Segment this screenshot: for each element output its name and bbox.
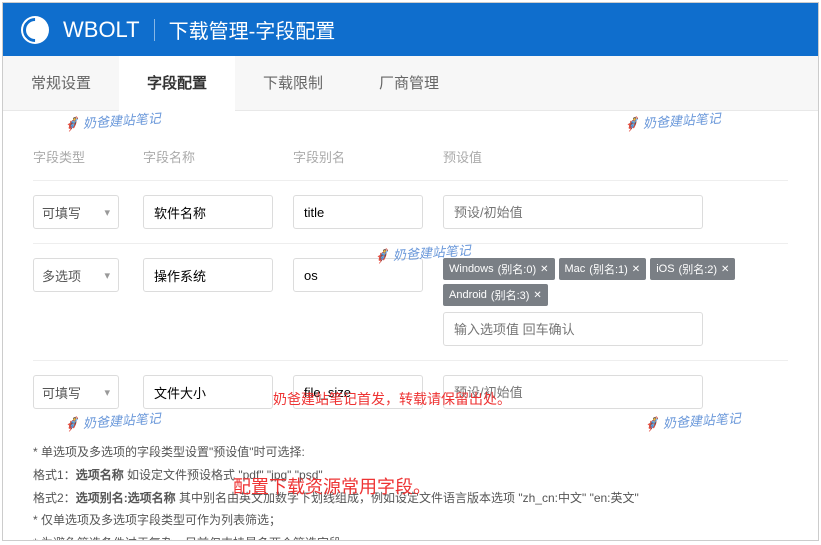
tab-limits[interactable]: 下载限制 — [235, 56, 351, 110]
alias-input[interactable] — [293, 195, 423, 229]
name-input[interactable] — [143, 258, 273, 292]
col-name: 字段名称 — [143, 147, 293, 166]
note-line: * 单选项及多选项的字段类型设置"预设值"时可选择: — [33, 441, 788, 464]
logo-icon — [21, 16, 49, 44]
tab-bar: 常规设置 字段配置 下载限制 厂商管理 — [3, 56, 818, 111]
preset-input[interactable] — [443, 195, 703, 229]
content-area: 字段类型 字段名称 字段别名 预设值 可填写 多选项 Windows(别名:0)… — [3, 111, 818, 433]
tab-vendor[interactable]: 厂商管理 — [351, 56, 467, 110]
col-type: 字段类型 — [33, 147, 143, 166]
option-tag[interactable]: Android(别名:3)✕ — [443, 284, 548, 306]
option-tag[interactable]: Mac(别名:1)✕ — [559, 258, 647, 280]
type-select[interactable]: 可填写 — [33, 195, 119, 229]
annotation-text: 配置下载资源常用字段。 — [233, 473, 431, 499]
annotation-text: 奶爸建站笔记首发，转载请保留出处。 — [273, 389, 511, 409]
page-title: 下载管理-字段配置 — [169, 15, 336, 44]
option-tag[interactable]: iOS(别名:2)✕ — [650, 258, 735, 280]
note-line: * 仅单选项及多选项字段类型可作为列表筛选； — [33, 509, 788, 532]
preset-input[interactable] — [443, 312, 703, 346]
col-preset: 预设值 — [443, 147, 788, 166]
tab-general[interactable]: 常规设置 — [3, 56, 119, 110]
name-input[interactable] — [143, 195, 273, 229]
tab-fields[interactable]: 字段配置 — [119, 56, 235, 111]
close-icon[interactable]: ✕ — [533, 290, 541, 301]
close-icon[interactable]: ✕ — [721, 264, 729, 275]
note-line: * 为避免筛选条件过于复杂，目前仅支持最多两个筛选字段。 — [33, 532, 788, 541]
type-select[interactable]: 可填写 — [33, 375, 119, 409]
type-select[interactable]: 多选项 — [33, 258, 119, 292]
name-input[interactable] — [143, 375, 273, 409]
tag-list: Windows(别名:0)✕ Mac(别名:1)✕ iOS(别名:2)✕ And… — [443, 258, 788, 306]
close-icon[interactable]: ✕ — [632, 264, 640, 275]
table-row: 可填写 — [33, 180, 788, 243]
close-icon[interactable]: ✕ — [540, 264, 548, 275]
header-bar: WBOLT 下载管理-字段配置 — [3, 3, 818, 56]
brand-text: WBOLT — [63, 17, 140, 43]
divider — [154, 19, 155, 41]
option-tag[interactable]: Windows(别名:0)✕ — [443, 258, 555, 280]
col-alias: 字段别名 — [293, 147, 443, 166]
